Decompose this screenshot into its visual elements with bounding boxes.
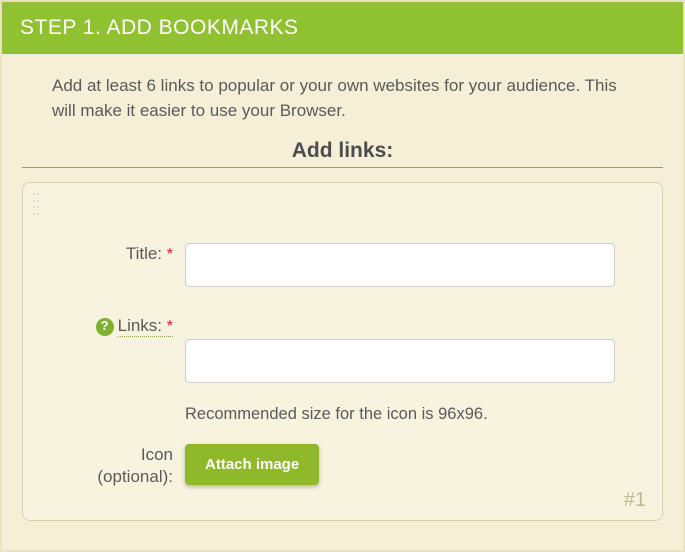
links-label: Links: * xyxy=(118,316,173,337)
step-panel: STEP 1. ADD BOOKMARKS Add at least 6 lin… xyxy=(0,0,685,552)
help-icon[interactable]: ? xyxy=(96,318,114,336)
attach-image-button[interactable]: Attach image xyxy=(185,444,319,485)
icon-label-line2: (optional): xyxy=(97,467,173,486)
icon-input-col: Attach image xyxy=(185,444,640,485)
drag-handle-icon[interactable] xyxy=(33,193,41,217)
intro-text: Add at least 6 links to popular or your … xyxy=(2,54,683,133)
section-title: Add links: xyxy=(2,139,683,163)
divider xyxy=(22,167,663,168)
links-row: ?Links: * Recommended size for the icon … xyxy=(45,315,640,424)
required-marker: * xyxy=(167,318,173,335)
step-header: STEP 1. ADD BOOKMARKS xyxy=(2,2,683,54)
links-input[interactable] xyxy=(185,339,615,383)
step-title: STEP 1. ADD BOOKMARKS xyxy=(20,16,299,39)
required-marker: * xyxy=(167,246,173,263)
title-label-col: Title: * xyxy=(45,243,185,266)
links-input-col: Recommended size for the icon is 96x96. xyxy=(185,315,640,424)
bookmark-card: Title: * ?Links: * Recommended size for … xyxy=(22,182,663,521)
title-label: Title: xyxy=(126,244,162,263)
links-label-col: ?Links: * xyxy=(45,315,185,338)
icon-label-line1: Icon xyxy=(141,445,173,464)
icon-row: Icon (optional): Attach image xyxy=(45,444,640,488)
title-input-col xyxy=(185,243,640,287)
icon-label-col: Icon (optional): xyxy=(45,444,185,488)
title-row: Title: * xyxy=(45,243,640,287)
title-input[interactable] xyxy=(185,243,615,287)
card-index: #1 xyxy=(624,489,646,512)
icon-hint: Recommended size for the icon is 96x96. xyxy=(185,405,640,424)
